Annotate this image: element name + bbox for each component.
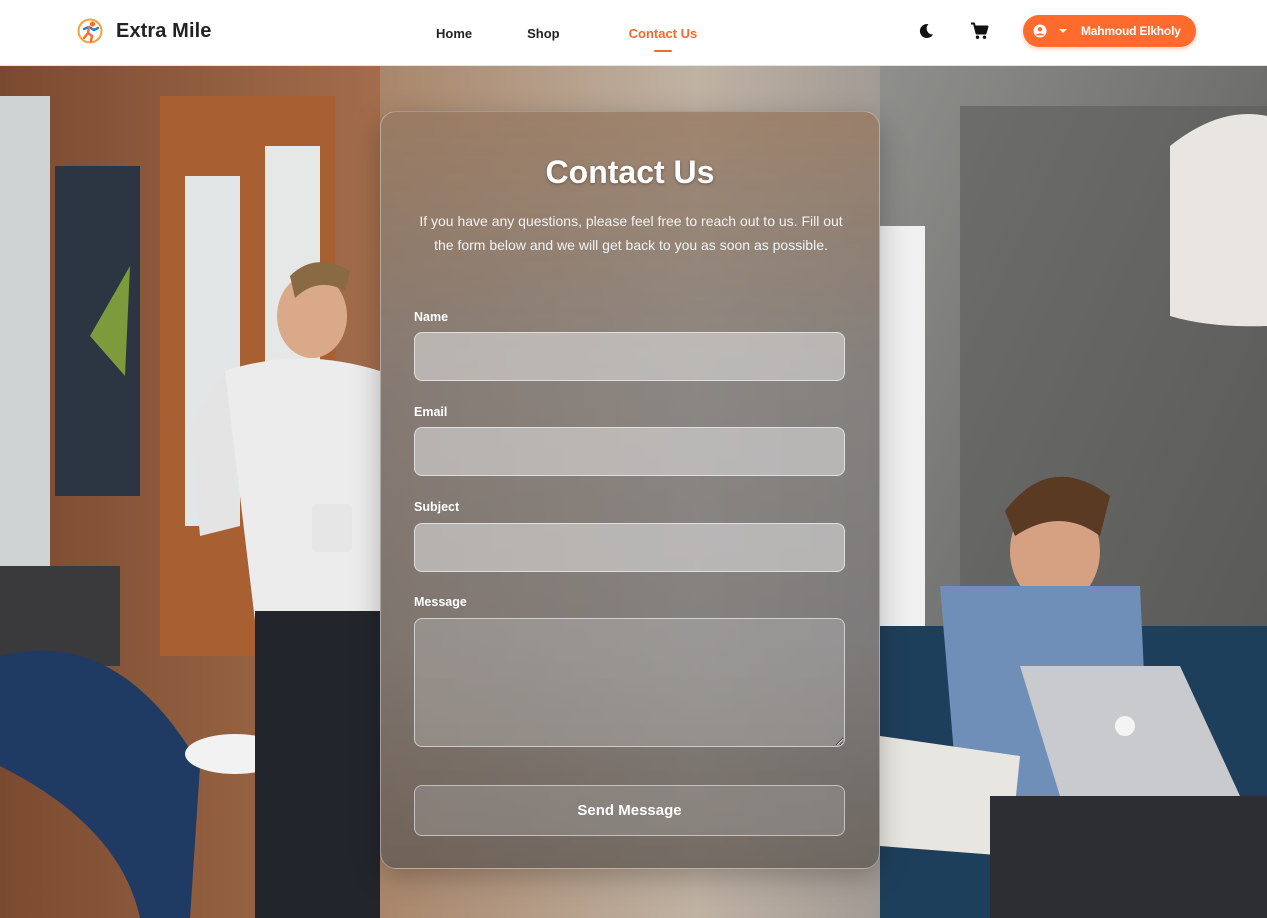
contact-form-card: Contact Us If you have any questions, pl… [380, 111, 880, 869]
user-name: Mahmoud Elkholy [1081, 24, 1181, 38]
subject-field[interactable] [414, 523, 845, 572]
theme-toggle-button[interactable] [915, 15, 937, 47]
send-message-button[interactable]: Send Message [414, 785, 845, 836]
name-field[interactable] [414, 332, 845, 381]
nav-link-contact[interactable]: Contact Us [629, 26, 698, 41]
email-field[interactable] [414, 427, 845, 476]
cart-icon [970, 22, 988, 39]
brand[interactable]: Extra Mile [76, 17, 211, 45]
user-circle-icon [1033, 24, 1047, 38]
nav-actions: Mahmoud Elkholy [915, 15, 1196, 47]
brand-name: Extra Mile [116, 19, 212, 42]
subject-label: Subject [414, 500, 460, 514]
contact-title: Contact Us [545, 154, 715, 190]
contact-description: If you have any questions, please feel f… [419, 213, 843, 253]
user-menu-button[interactable]: Mahmoud Elkholy [1023, 15, 1196, 47]
moon-icon [919, 24, 933, 39]
nav-link-shop[interactable]: Shop [527, 26, 560, 41]
name-label: Name [414, 310, 449, 324]
main-nav: Home Shop Contact Us [436, 0, 697, 66]
email-label: Email [414, 405, 448, 419]
cart-button[interactable] [968, 15, 990, 47]
running-figure-icon [77, 18, 103, 44]
top-navbar: Extra Mile Home Shop Contact Us Mahmoud … [0, 0, 1267, 66]
message-label: Message [414, 595, 467, 609]
caret-down-icon [1059, 29, 1067, 33]
nav-link-home[interactable]: Home [436, 26, 472, 41]
message-field[interactable] [414, 618, 845, 747]
